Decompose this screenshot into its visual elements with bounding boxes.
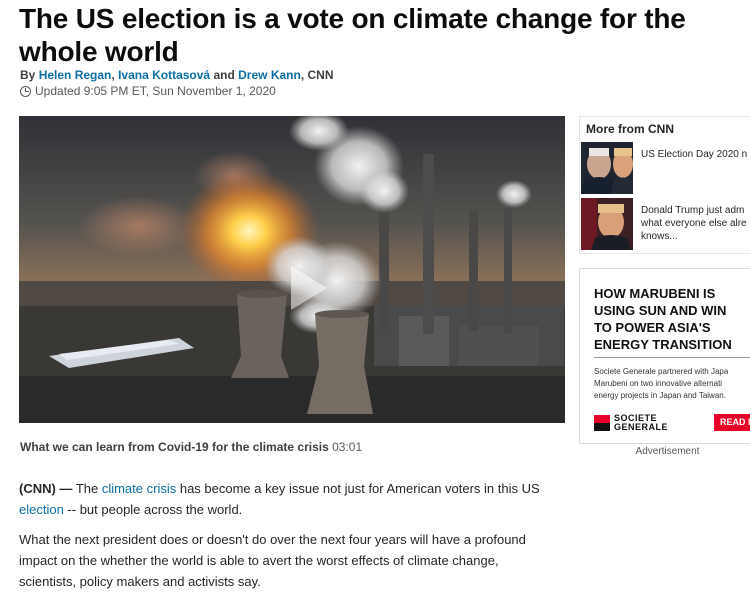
sg-logo-icon [594, 415, 610, 431]
cnn-dateline: (CNN) — [19, 481, 73, 496]
advertisement-label: Advertisement [635, 446, 700, 457]
byline-separator: , [111, 68, 115, 82]
more-item-election-day[interactable]: US Election Day 2020 n [580, 142, 750, 194]
election-link[interactable]: election [19, 502, 64, 517]
ad-headline: HOW MARUBENI IS USING SUN AND WIN TO POW… [594, 286, 732, 352]
byline-and: and [213, 68, 235, 82]
ad-read-more-button[interactable]: READ M [714, 414, 750, 431]
candidates-thumbnail [581, 142, 633, 194]
more-from-cnn-title: More from CNN [586, 122, 675, 136]
ad-body: Societe Generale partnered with Japa Mar… [594, 367, 729, 400]
video-caption-title[interactable]: What we can learn from Covid-19 for the … [20, 440, 329, 454]
sg-logo-text: SOCIETE GENERALE [614, 414, 668, 432]
video-caption[interactable]: What we can learn from Covid-19 for the … [20, 440, 362, 454]
trump-thumbnail [581, 198, 633, 250]
p1-text-a: The [72, 481, 102, 496]
article-paragraph-2: What the next president does or doesn't … [19, 532, 526, 589]
more-item-text[interactable]: US Election Day 2020 n [641, 148, 750, 161]
clock-icon [20, 85, 31, 97]
p1-text-c: -- but people across the world. [63, 502, 243, 517]
advertisement-banner[interactable]: HOW MARUBENI IS USING SUN AND WIN TO POW… [579, 268, 750, 444]
author-link-ivana-kottasova[interactable]: Ivana Kottasová [118, 68, 210, 82]
article-paragraph-1: (CNN) — The climate crisis has become a … [19, 478, 549, 520]
play-icon[interactable] [291, 266, 327, 310]
updated-timestamp: Updated 9:05 PM ET, Sun November 1, 2020 [20, 84, 276, 98]
video-duration: 03:01 [332, 440, 363, 454]
more-item-text[interactable]: Donald Trump just adm what everyone else… [641, 204, 750, 243]
p1-text-b: has become a key issue not just for Amer… [176, 481, 540, 496]
ad-divider [594, 357, 750, 358]
societe-generale-logo: SOCIETE GENERALE [594, 414, 668, 432]
more-from-cnn: More from CNN US Election Day 2020 n Don… [579, 116, 750, 254]
climate-crisis-link[interactable]: climate crisis [102, 481, 176, 496]
video-player[interactable] [19, 116, 565, 423]
author-link-drew-kann[interactable]: Drew Kann [238, 68, 301, 82]
sg-brand-line2: GENERALE [614, 422, 669, 432]
byline: By Helen Regan, Ivana Kottasová and Drew… [20, 68, 334, 82]
byline-suffix: , CNN [300, 68, 334, 82]
byline-prefix: By [20, 68, 36, 82]
updated-text: Updated 9:05 PM ET, Sun November 1, 2020 [35, 84, 276, 98]
author-link-helen-regan[interactable]: Helen Regan [39, 68, 112, 82]
article-headline: The US election is a vote on climate cha… [19, 3, 686, 67]
more-item-donald-trump[interactable]: Donald Trump just adm what everyone else… [580, 198, 750, 250]
